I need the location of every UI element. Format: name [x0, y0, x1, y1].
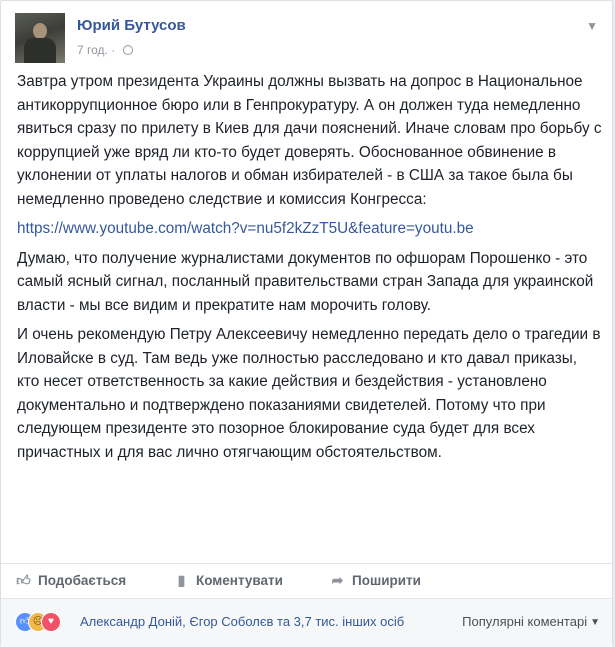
youtube-link[interactable]: https://www.youtube.com/watch?v=nu5f2kZz… [17, 220, 474, 237]
post-paragraph-2: Думаю, что получение журналистами докуме… [17, 249, 594, 314]
chevron-down-icon[interactable]: ▼ [586, 19, 598, 33]
reaction-icons[interactable]: 👍︎ ☹ ♥ [15, 612, 75, 632]
chevron-down-icon: ▼ [590, 617, 600, 628]
action-bar: 👍︎ Подобається ▮ Коментувати ➦ Поширити [1, 563, 612, 598]
reactors-text[interactable]: Александр Доній, Єгор Соболєв та 3,7 тис… [80, 614, 404, 629]
author-name[interactable]: Юрий Бутусов [77, 17, 186, 34]
post-card: Юрий Бутусов 7 год. · ▼ Завтра утром пре… [0, 0, 613, 647]
post-content: Завтра утром президента Украины должны в… [17, 70, 602, 470]
like-button[interactable]: 👍︎ Подобається [15, 572, 126, 589]
post-paragraph-3: И очень рекомендую Петру Алексеевичу нем… [17, 326, 601, 461]
post-meta: 7 год. · [77, 43, 133, 57]
post-header: Юрий Бутусов 7 год. · ▼ [15, 13, 600, 63]
meta-dot: · [111, 43, 116, 57]
comments-sort-dropdown[interactable]: Популярні коментарі ▼ [462, 614, 600, 629]
share-button[interactable]: ➦ Поширити [329, 572, 421, 589]
post-paragraph-1: Завтра утром президента Украины должны в… [17, 73, 602, 208]
post-time[interactable]: 7 год. [77, 43, 108, 57]
thumbs-up-icon: 👍︎ [16, 572, 31, 588]
comment-icon: ▮ [177, 572, 186, 588]
love-reaction-icon: ♥ [41, 612, 61, 632]
globe-icon [122, 45, 133, 55]
share-icon: ➦ [331, 572, 344, 588]
comment-button[interactable]: ▮ Коментувати [173, 572, 283, 589]
avatar[interactable] [15, 13, 65, 63]
post-footer: 👍︎ ☹ ♥ Александр Доній, Єгор Соболєв та … [1, 598, 612, 647]
